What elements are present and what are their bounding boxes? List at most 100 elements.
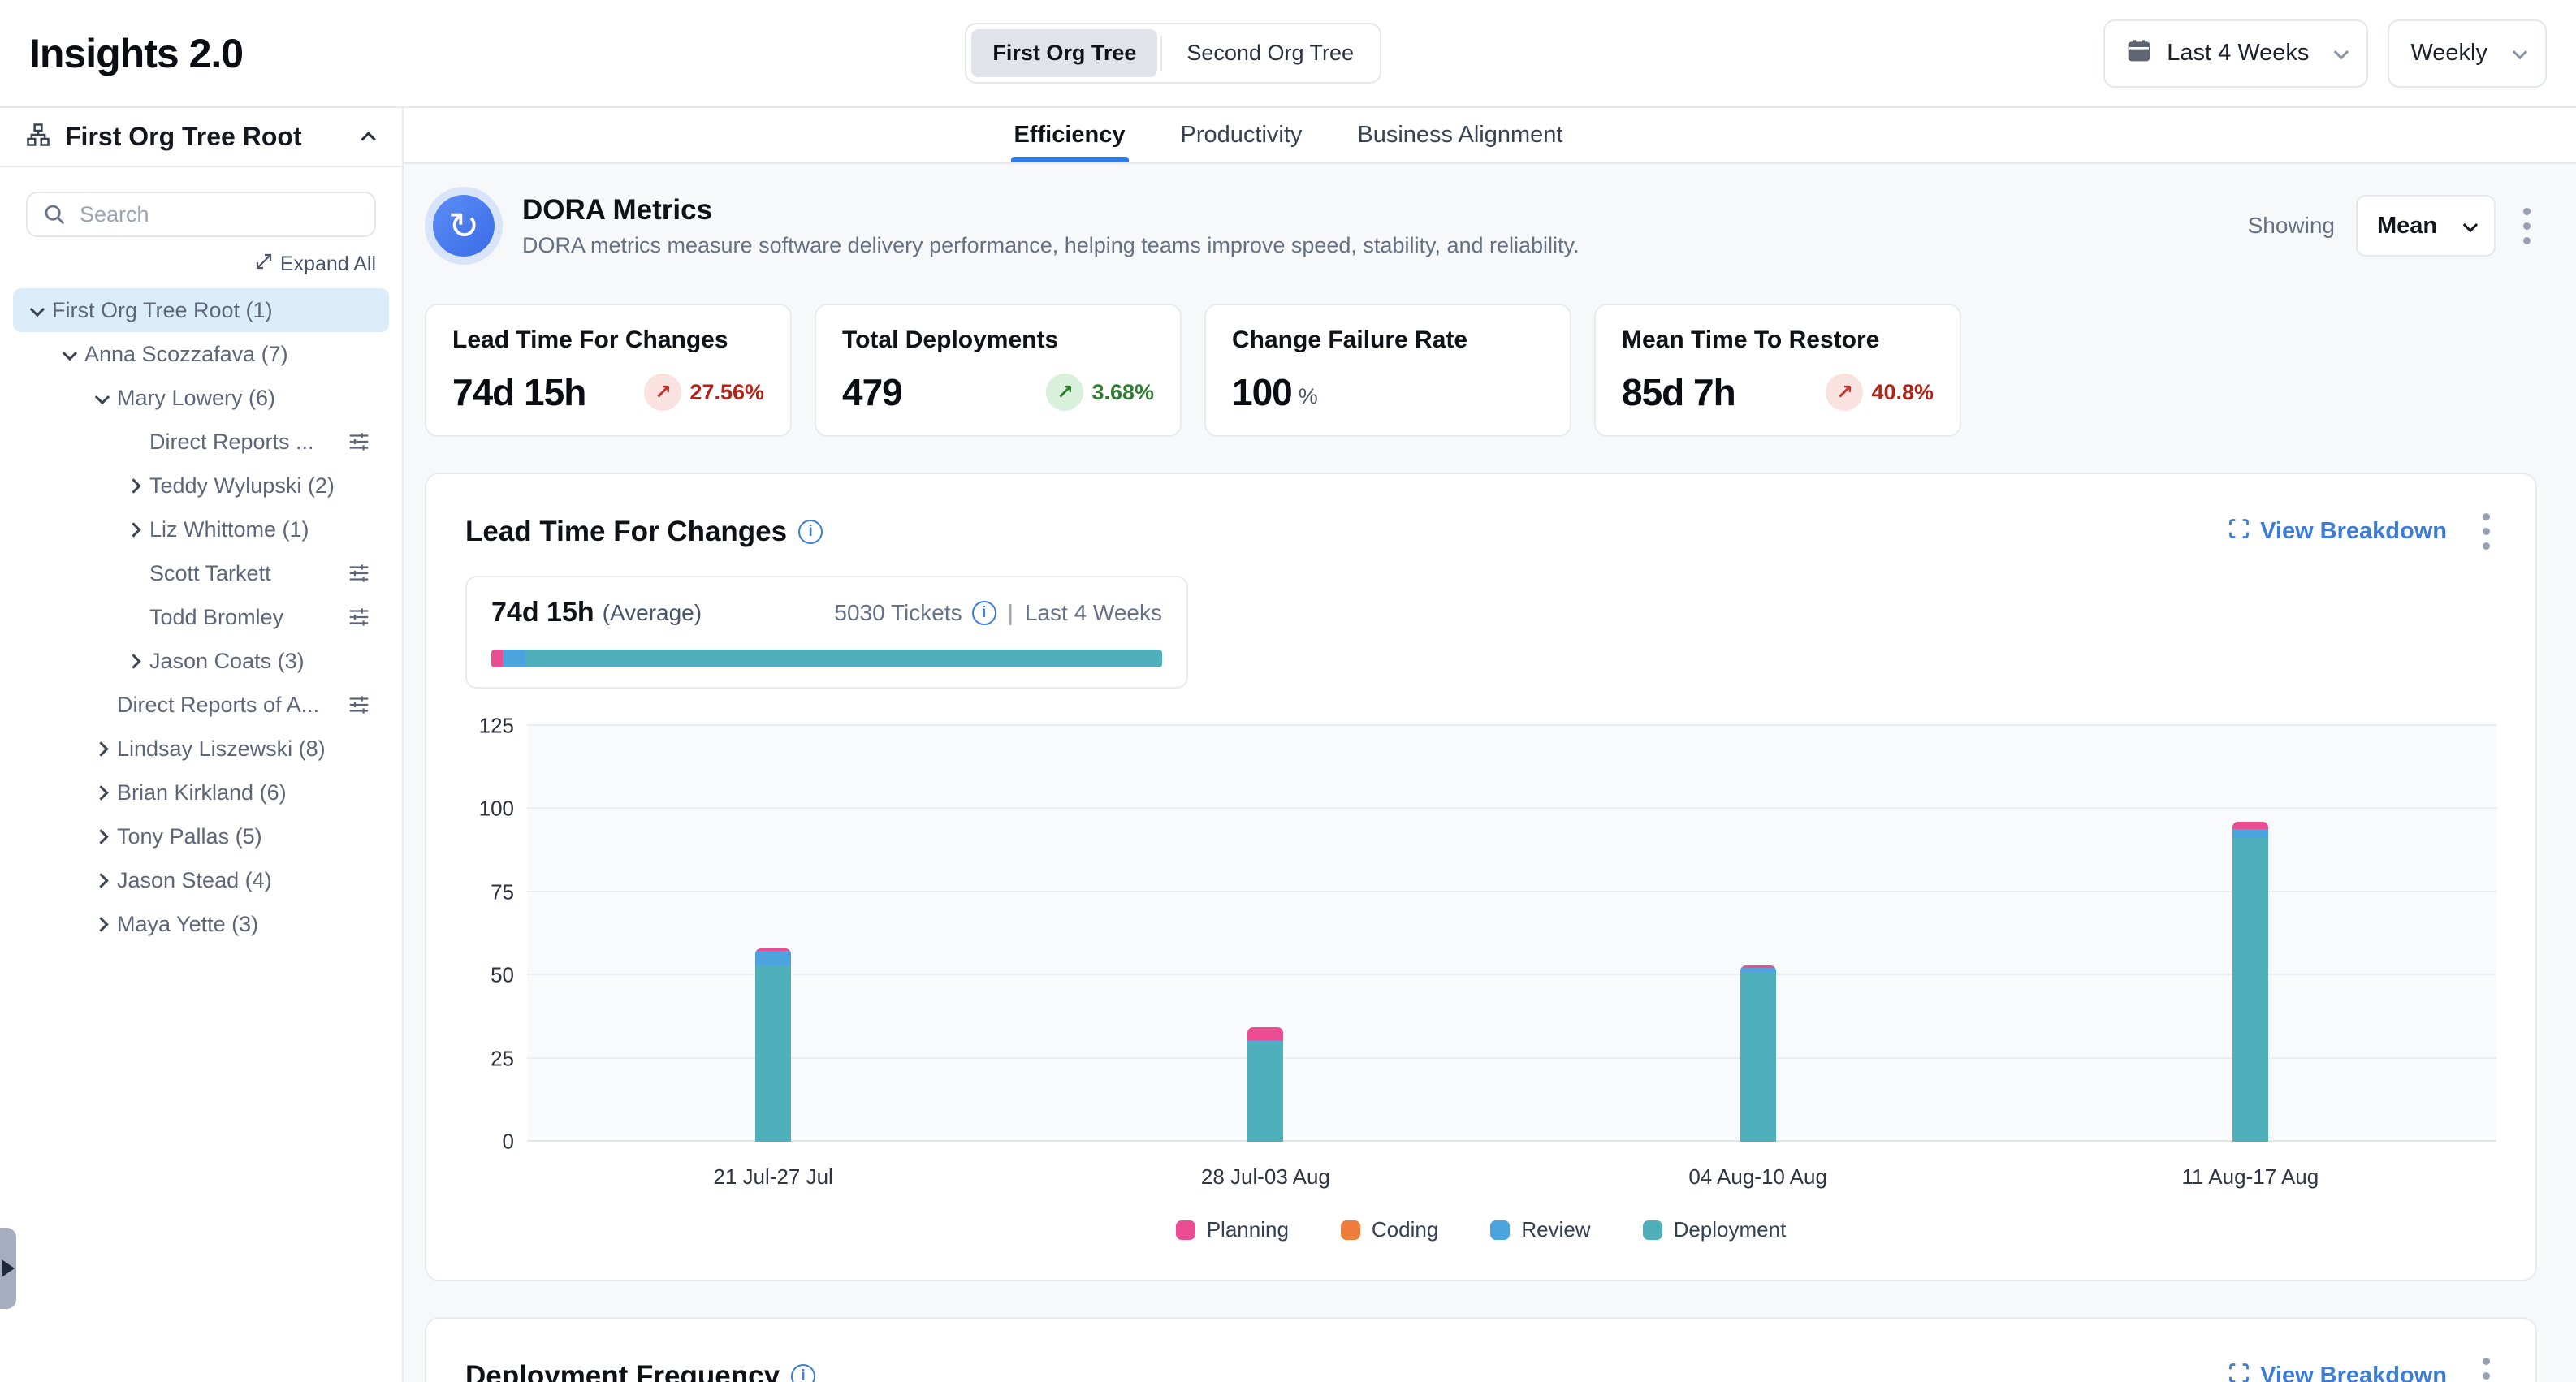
content-scroll-area: ↻ DORA Metrics DORA metrics measure soft… (404, 164, 2576, 1382)
calendar-icon (2126, 37, 2152, 70)
dora-metrics-icon: ↻ (433, 195, 495, 257)
chevron-right-icon (84, 919, 117, 930)
sidebar-header[interactable]: First Org Tree Root (0, 108, 402, 167)
summary-qualifier: (Average) (603, 600, 702, 626)
bar-segment-planning (1247, 1027, 1283, 1040)
metric-card: Total Deployments 479 ↗3.68% (815, 304, 1182, 437)
date-range-value: Last 4 Weeks (2167, 40, 2309, 67)
tree-item[interactable]: Mary Lowery (6) (13, 376, 389, 420)
dora-texts: DORA Metrics DORA metrics measure softwa… (522, 194, 1580, 258)
chevron-down-icon (2334, 45, 2349, 59)
granularity-value: Weekly (2410, 40, 2487, 67)
tickets-info-icon[interactable]: i (972, 601, 996, 625)
search-input[interactable] (26, 192, 376, 237)
dora-kebab-menu[interactable] (2517, 201, 2537, 251)
tree-item[interactable]: Jason Stead (4) (13, 858, 389, 902)
active-tab-underline (1011, 157, 1129, 162)
trend-badge: ↗3.68% (1046, 374, 1154, 411)
info-icon[interactable]: i (798, 520, 823, 544)
tree-item[interactable]: Liz Whittome (1) (13, 507, 389, 551)
tree-item[interactable]: Direct Reports ... (13, 420, 389, 464)
showing-dropdown[interactable]: Mean (2356, 195, 2496, 257)
chart-legend: Planning Coding Review Deployment (465, 1217, 2496, 1247)
tree-item[interactable]: Direct Reports of A... (13, 683, 389, 727)
bar-slot (1019, 726, 1511, 1142)
phase-segment-planning (491, 650, 503, 667)
legend-swatch (1490, 1220, 1510, 1240)
dora-header: ↻ DORA Metrics DORA metrics measure soft… (425, 187, 2537, 265)
phase-segment-review (503, 650, 525, 667)
y-tick-label: 100 (479, 797, 514, 822)
legend-item-planning[interactable]: Planning (1176, 1217, 1289, 1242)
bar-segment-deployment (1247, 1042, 1283, 1142)
trend-badge: ↗27.56% (644, 374, 764, 411)
metric-value-row: 479 ↗3.68% (842, 370, 1154, 414)
chevron-right-icon (117, 481, 149, 491)
collapse-chevron-icon[interactable] (361, 132, 375, 146)
view-breakdown-button[interactable]: View Breakdown (2228, 517, 2447, 546)
summary-value: 74d 15h (491, 597, 594, 628)
filter-sliders-icon[interactable] (347, 561, 371, 585)
granularity-dropdown[interactable]: Weekly (2388, 19, 2547, 88)
tree-item-label: Direct Reports ... (149, 430, 347, 455)
tab-label: Productivity (1181, 122, 1303, 149)
trend-percentage: 27.56% (689, 380, 764, 405)
expand-all-button[interactable]: Expand All (26, 252, 376, 277)
lead-time-kebab-menu[interactable] (2476, 507, 2496, 556)
tree-item-label: First Org Tree Root (1) (52, 298, 389, 323)
tree-item[interactable]: Brian Kirkland (6) (13, 771, 389, 814)
metric-card-unit: % (1299, 384, 1318, 409)
tree-item[interactable]: First Org Tree Root (1) (13, 288, 389, 332)
tab-productivity[interactable]: Productivity (1178, 108, 1306, 162)
tree-item-label: Maya Yette (3) (117, 912, 389, 937)
org-tree-option[interactable]: First Org Tree (971, 29, 1157, 77)
tree-item[interactable]: Maya Yette (3) (13, 902, 389, 946)
tree-item[interactable]: Teddy Wylupski (2) (13, 464, 389, 507)
chevron-right-icon (117, 525, 149, 535)
y-tick-label: 50 (491, 963, 514, 988)
filter-sliders-icon[interactable] (347, 693, 371, 717)
tree-item-label: Teddy Wylupski (2) (149, 473, 389, 499)
chevron-right-icon (84, 788, 117, 798)
legend-item-review[interactable]: Review (1490, 1217, 1590, 1242)
tree-item-label: Jason Coats (3) (149, 649, 389, 674)
info-icon[interactable]: i (791, 1364, 815, 1382)
tree-item[interactable]: Jason Coats (3) (13, 639, 389, 683)
tab-business-alignment[interactable]: Business Alignment (1354, 108, 1566, 162)
filter-sliders-icon[interactable] (347, 430, 371, 454)
search-icon (42, 202, 67, 231)
phase-segment-deployment (525, 650, 1162, 667)
showing-value: Mean (2377, 213, 2437, 240)
summary-range: Last 4 Weeks (1025, 600, 1162, 626)
metric-card-title: Total Deployments (842, 326, 1154, 354)
trend-percentage: 40.8% (1871, 380, 1934, 405)
tree-item-label: Anna Scozzafava (7) (84, 342, 389, 367)
toggle-divider (1160, 36, 1162, 71)
tab-efficiency[interactable]: Efficiency (1011, 108, 1129, 162)
deployment-frequency-kebab-menu[interactable] (2476, 1351, 2496, 1382)
tree-item[interactable]: Anna Scozzafava (7) (13, 332, 389, 376)
chevron-right-icon (84, 831, 117, 842)
metric-card-value: 479 (842, 370, 902, 414)
tree-item[interactable]: Scott Tarkett (13, 551, 389, 595)
view-breakdown-button[interactable]: View Breakdown (2228, 1362, 2447, 1382)
tree-item[interactable]: Todd Bromley (13, 595, 389, 639)
tree-item[interactable]: Tony Pallas (5) (13, 814, 389, 858)
bar-slot (1512, 726, 2004, 1142)
metric-value-row: 85d 7h↗40.8% (1622, 370, 1934, 414)
chart-plot-area (527, 726, 2496, 1142)
panel-expand-handle[interactable] (0, 1228, 16, 1309)
filter-sliders-icon[interactable] (347, 605, 371, 629)
org-tree-toggle: First Org TreeSecond Org Tree (965, 23, 1381, 84)
tree-item[interactable]: Lindsay Liszewski (8) (13, 727, 389, 771)
insights-page: Insights 2.0 First Org TreeSecond Org Tr… (0, 0, 2576, 1382)
legend-item-coding[interactable]: Coding (1341, 1217, 1438, 1242)
org-tree-option[interactable]: Second Org Tree (1165, 29, 1375, 77)
dora-title: DORA Metrics (522, 194, 1580, 227)
app-header: Insights 2.0 First Org TreeSecond Org Tr… (0, 0, 2576, 108)
bar-segment-deployment (1740, 972, 1776, 1142)
sidebar-search (26, 192, 376, 237)
date-range-dropdown[interactable]: Last 4 Weeks (2103, 19, 2368, 88)
stacked-bar (2232, 822, 2268, 1142)
legend-item-deployment[interactable]: Deployment (1643, 1217, 1787, 1242)
